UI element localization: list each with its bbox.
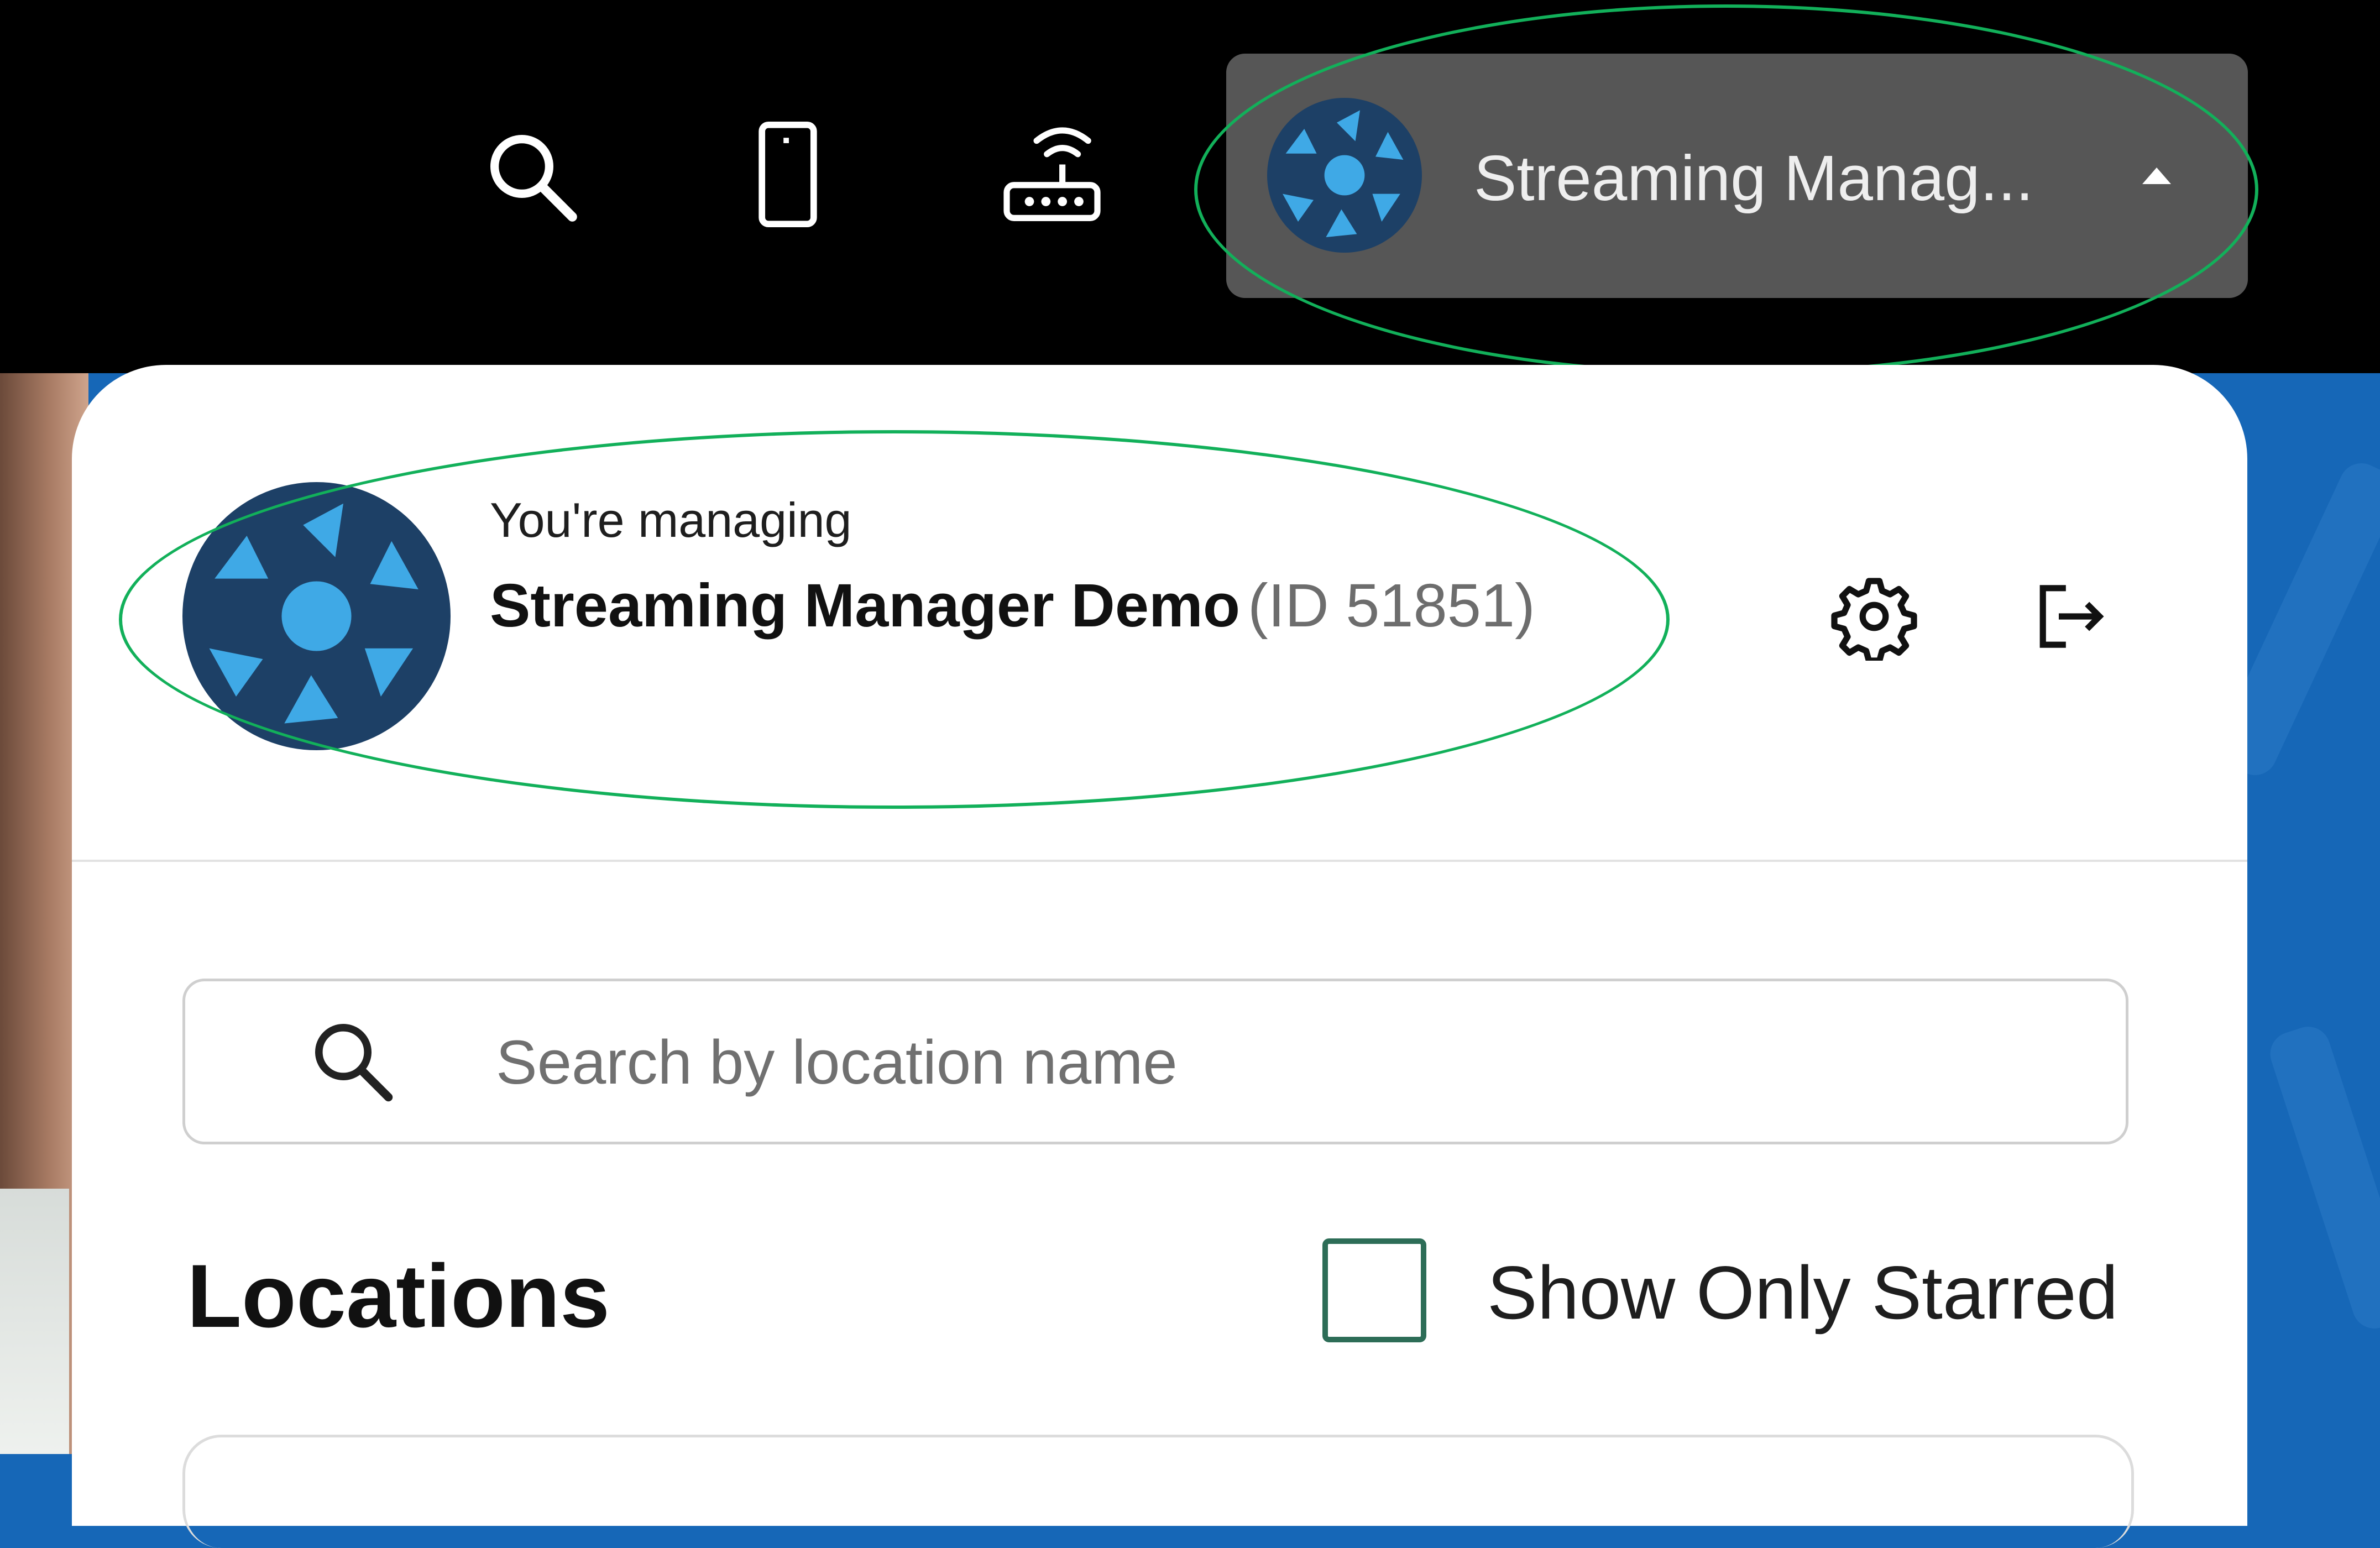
location-search-box[interactable] bbox=[182, 979, 2128, 1144]
background-photo-jersey bbox=[0, 1189, 69, 1454]
settings-gear-icon[interactable] bbox=[1830, 572, 1918, 661]
show-only-starred-label[interactable]: Show Only Starred bbox=[1487, 1249, 2118, 1336]
annotation-highlight-ring bbox=[1194, 4, 2258, 375]
locations-heading: Locations bbox=[187, 1246, 610, 1346]
panel-divider bbox=[72, 860, 2247, 862]
search-icon bbox=[306, 1014, 400, 1108]
location-search-input[interactable] bbox=[495, 1020, 2045, 1104]
background-shape bbox=[2264, 1021, 2380, 1335]
show-only-starred-checkbox[interactable] bbox=[1322, 1238, 1426, 1342]
router-icon[interactable] bbox=[1000, 115, 1105, 228]
logout-icon[interactable] bbox=[2023, 572, 2112, 661]
phone-icon[interactable] bbox=[752, 121, 824, 228]
location-list-item[interactable] bbox=[182, 1435, 2134, 1548]
annotation-highlight-ring bbox=[119, 430, 1670, 809]
search-icon[interactable] bbox=[480, 124, 585, 229]
